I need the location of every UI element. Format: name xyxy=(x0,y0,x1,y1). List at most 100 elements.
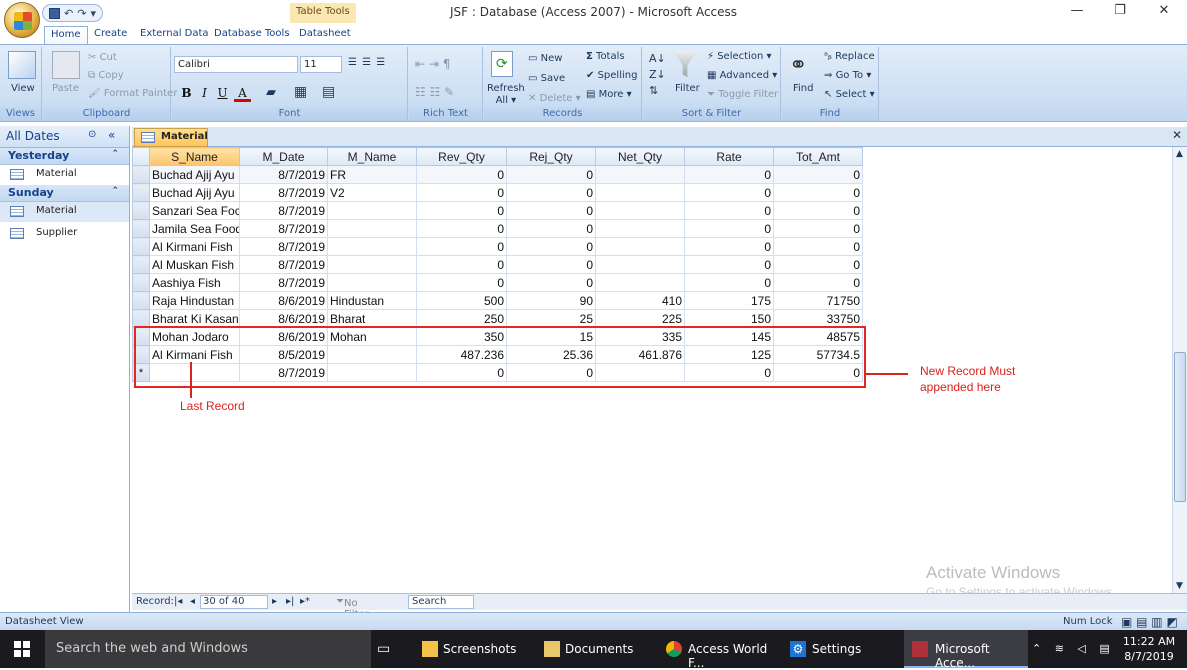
tab-external-data[interactable]: External Data xyxy=(134,26,215,44)
table-cell[interactable] xyxy=(595,273,685,292)
table-cell[interactable]: 8/6/2019 xyxy=(239,291,328,310)
fill-color-icon[interactable]: ▰ xyxy=(266,85,276,100)
find-button[interactable]: Find xyxy=(793,83,814,94)
indent-icon[interactable]: ⇤ ⇥ ¶ xyxy=(415,57,450,71)
maximize-button[interactable]: ❐ xyxy=(1097,0,1143,24)
table-cell[interactable]: 90 xyxy=(506,291,596,310)
taskbar-item-settings[interactable]: ⚙ Settings xyxy=(782,630,900,668)
table-cell[interactable]: 0 xyxy=(773,201,863,220)
table-row[interactable]: Buchad Ajij Ayu 8/7/2019 FR 0 0 0 0 xyxy=(132,165,863,184)
table-cell[interactable]: 33750 xyxy=(773,309,863,328)
table-cell[interactable]: Bharat xyxy=(327,309,417,328)
copy-button[interactable]: ⧉ Copy xyxy=(88,70,124,81)
bold-button[interactable]: B xyxy=(178,85,195,102)
taskbar-item-chrome[interactable]: Access World F... xyxy=(658,630,778,670)
column-header[interactable]: Tot_Amt xyxy=(773,147,863,166)
select-button[interactable]: ↖ Select ▾ xyxy=(824,89,875,100)
table-cell[interactable]: 8/7/2019 xyxy=(239,273,328,292)
table-cell[interactable]: Hindustan xyxy=(327,291,417,310)
table-cell[interactable]: 0 xyxy=(506,237,596,256)
sort-icons[interactable]: A↓ Z↓ ⇅ xyxy=(649,51,666,99)
column-header[interactable]: Net_Qty xyxy=(595,147,685,166)
task-view-icon[interactable]: ▭ xyxy=(377,641,390,657)
font-name-select[interactable]: Calibri xyxy=(174,56,298,73)
table-cell[interactable]: 225 xyxy=(595,309,685,328)
table-cell[interactable]: 0 xyxy=(506,273,596,292)
paste-button[interactable]: Paste xyxy=(52,83,79,94)
table-cell[interactable]: Al Muskan Fish xyxy=(149,255,240,274)
table-cell[interactable]: 0 xyxy=(684,237,774,256)
table-row[interactable]: Bharat Ki Kasan 8/6/2019 Bharat 250 25 225 150… xyxy=(132,309,863,328)
table-cell[interactable]: Al Kirmani Fish xyxy=(149,237,240,256)
record-selector[interactable] xyxy=(132,201,150,220)
table-cell[interactable]: 0 xyxy=(416,273,507,292)
table-cell[interactable]: 0 xyxy=(416,165,507,184)
table-cell[interactable]: 175 xyxy=(684,291,774,310)
save-record-button[interactable]: ▭ Save xyxy=(528,73,565,84)
vertical-scrollbar[interactable]: ▲ ▼ xyxy=(1172,147,1187,593)
nav-item-supplier-table[interactable]: Supplier xyxy=(0,224,129,244)
table-cell[interactable]: 0 xyxy=(684,201,774,220)
search-input[interactable]: Search xyxy=(408,595,474,609)
table-row[interactable]: Aashiya Fish 8/7/2019 0 0 0 0 xyxy=(132,273,863,292)
table-cell[interactable]: 8/7/2019 xyxy=(239,255,328,274)
scroll-up-icon[interactable]: ▲ xyxy=(1176,149,1183,159)
nav-dropdown-icon[interactable]: ⊙ xyxy=(88,129,96,140)
collapse-group-icon[interactable]: ⌃ xyxy=(111,149,119,159)
table-cell[interactable] xyxy=(595,165,685,184)
advanced-button[interactable]: ▦ Advanced ▾ xyxy=(707,70,777,81)
taskbar-item-documents[interactable]: Documents xyxy=(536,630,654,668)
record-selector[interactable] xyxy=(132,237,150,256)
record-selector[interactable] xyxy=(132,183,150,202)
collapse-nav-icon[interactable]: « xyxy=(108,128,115,142)
replace-button[interactable]: ᵃᵦ Replace xyxy=(824,51,875,62)
new-record-icon[interactable]: ▸* xyxy=(300,596,310,607)
font-color-button[interactable]: A xyxy=(234,85,251,102)
column-header[interactable]: Rej_Qty xyxy=(506,147,596,166)
table-cell[interactable]: Sanzari Sea Foc xyxy=(149,201,240,220)
table-cell[interactable]: 0 xyxy=(773,165,863,184)
table-cell[interactable]: 0 xyxy=(773,237,863,256)
table-row[interactable]: Sanzari Sea Foc 8/7/2019 0 0 0 0 xyxy=(132,201,863,220)
tab-material[interactable]: Material xyxy=(134,128,208,147)
table-cell[interactable] xyxy=(327,237,417,256)
table-cell[interactable]: 0 xyxy=(684,219,774,238)
table-cell[interactable]: 0 xyxy=(773,273,863,292)
scroll-thumb[interactable] xyxy=(1174,352,1186,502)
nav-group-sunday[interactable]: Sunday ⌃ xyxy=(0,185,129,202)
totals-button[interactable]: Σ Totals xyxy=(586,51,625,62)
gridlines-icon[interactable]: ▦ xyxy=(294,84,307,100)
table-cell[interactable]: 250 xyxy=(416,309,507,328)
clock[interactable]: 11:22 AM 8/7/2019 xyxy=(1120,634,1178,664)
table-cell[interactable]: 0 xyxy=(506,201,596,220)
table-cell[interactable]: 8/7/2019 xyxy=(239,165,328,184)
record-selector[interactable] xyxy=(132,291,150,310)
table-cell[interactable]: 8/7/2019 xyxy=(239,237,328,256)
table-cell[interactable]: 0 xyxy=(684,273,774,292)
underline-button[interactable]: U xyxy=(214,85,231,102)
column-header[interactable]: M_Name xyxy=(327,147,417,166)
select-all-cell[interactable] xyxy=(132,147,150,166)
column-header[interactable]: Rate xyxy=(684,147,774,166)
column-header[interactable]: Rev_Qty xyxy=(416,147,507,166)
table-cell[interactable]: 71750 xyxy=(773,291,863,310)
alternate-fill-icon[interactable]: ▤ xyxy=(322,84,335,100)
nav-item-material-form[interactable]: Material xyxy=(0,165,129,185)
table-cell[interactable] xyxy=(595,201,685,220)
table-cell[interactable] xyxy=(327,219,417,238)
table-cell[interactable]: 8/7/2019 xyxy=(239,183,328,202)
table-cell[interactable]: 0 xyxy=(416,183,507,202)
cut-button[interactable]: ✂ Cut xyxy=(88,52,117,63)
record-position-input[interactable]: 30 of 40 xyxy=(200,595,268,609)
office-button[interactable] xyxy=(4,2,40,38)
table-cell[interactable]: 0 xyxy=(684,255,774,274)
view-button[interactable]: View xyxy=(11,83,35,94)
close-button[interactable]: ✕ xyxy=(1141,0,1187,24)
tab-create[interactable]: Create xyxy=(88,26,133,44)
table-cell[interactable]: 8/7/2019 xyxy=(239,219,328,238)
table-cell[interactable]: 8/7/2019 xyxy=(239,201,328,220)
record-selector[interactable] xyxy=(132,273,150,292)
table-cell[interactable] xyxy=(327,255,417,274)
windows-start-icon[interactable] xyxy=(14,641,30,657)
align-buttons[interactable]: ☰ ☰ ☰ xyxy=(348,57,386,68)
